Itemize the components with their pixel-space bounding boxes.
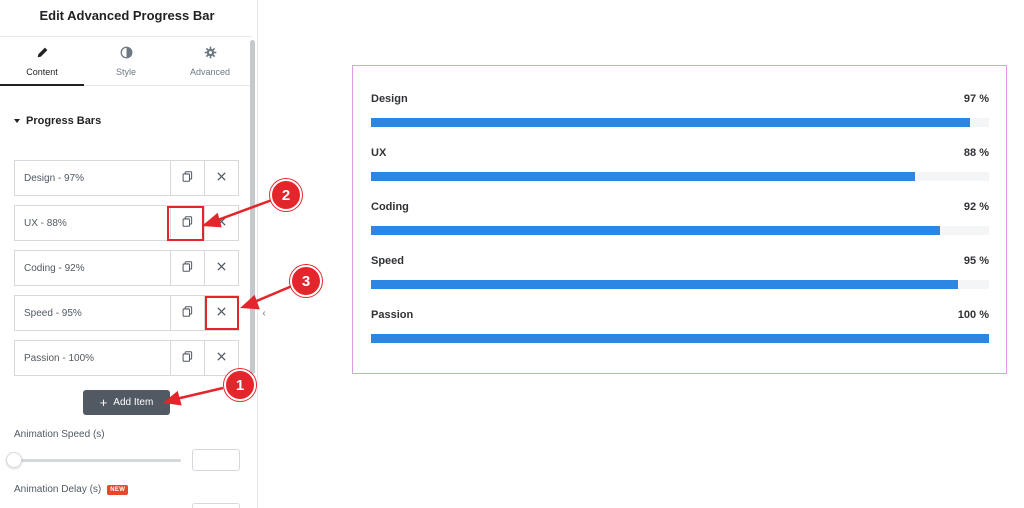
tab-style[interactable]: Style	[84, 37, 168, 85]
tab-bar: Content Style Advanced	[0, 36, 252, 86]
progress-bar-label: Coding	[371, 201, 409, 213]
progress-bar: UX 88 %	[371, 147, 989, 181]
gear-icon	[204, 46, 217, 61]
caret-down-icon	[14, 119, 20, 123]
tab-content-label: Content	[26, 66, 58, 77]
progress-bar: Design 97 %	[371, 93, 989, 127]
tab-style-label: Style	[115, 66, 136, 77]
pencil-icon	[36, 46, 49, 61]
duplicate-button[interactable]	[170, 251, 204, 285]
copy-icon	[182, 169, 193, 187]
progress-bar-fill	[371, 226, 940, 235]
animation-speed-slider-track[interactable]	[14, 459, 181, 462]
close-icon	[216, 169, 227, 187]
progress-bar-fill	[371, 172, 915, 181]
progress-bar-track	[371, 334, 989, 343]
chevron-left-icon: ‹	[262, 307, 266, 319]
duplicate-button[interactable]	[170, 341, 204, 375]
remove-button[interactable]	[204, 251, 238, 285]
editor-panel: Edit Advanced Progress Bar Content Style…	[0, 0, 258, 508]
animation-speed-input[interactable]	[192, 449, 240, 471]
panel-scrollbar[interactable]	[250, 40, 255, 374]
add-item-button[interactable]: + Add Item	[83, 390, 170, 415]
progress-bar: Passion 100 %	[371, 309, 989, 343]
repeater-item-design[interactable]: Design - 97%	[14, 160, 239, 196]
panel-collapse-handle[interactable]: ‹	[258, 300, 270, 326]
highlight-remove-button	[205, 296, 239, 330]
animation-speed-label: Animation Speed (s)	[14, 429, 105, 440]
remove-button[interactable]	[204, 206, 238, 240]
progress-bar-label: Speed	[371, 255, 405, 267]
plus-icon: +	[99, 395, 108, 410]
close-icon	[216, 259, 227, 277]
animation-speed-text: Animation Speed (s)	[14, 429, 105, 440]
repeater-item-title[interactable]: Coding - 92%	[15, 263, 170, 274]
progress-bar-widget-preview: Design 97 % UX 88 % Coding 92 % Speed 95…	[352, 65, 1007, 374]
tab-advanced[interactable]: Advanced	[168, 37, 252, 85]
close-icon	[216, 214, 227, 232]
highlight-duplicate-button	[167, 206, 204, 241]
animation-delay-label: Animation Delay (s) NEW	[14, 484, 129, 495]
repeater-item-title[interactable]: Design - 97%	[15, 173, 170, 184]
copy-icon	[182, 349, 193, 367]
progress-bar-value: 100 %	[957, 309, 989, 321]
tab-content[interactable]: Content	[0, 37, 84, 86]
progress-bar-value: 88 %	[963, 147, 989, 159]
progress-bar: Coding 92 %	[371, 201, 989, 235]
callout-badge-2: 2	[270, 179, 302, 211]
animation-speed-slider-handle[interactable]	[6, 452, 22, 468]
animation-delay-text: Animation Delay (s)	[14, 484, 102, 495]
progress-bar-track	[371, 226, 989, 235]
progress-bar-value: 97 %	[963, 93, 989, 105]
half-circle-icon	[120, 46, 133, 61]
progress-bar-fill	[371, 280, 959, 289]
repeater-item-title[interactable]: UX - 88%	[15, 218, 170, 229]
add-item-label: Add Item	[113, 397, 154, 408]
progress-bar-label: UX	[371, 147, 387, 159]
progress-bar-fill	[371, 118, 971, 127]
callout-badge-1: 1	[224, 369, 256, 401]
section-toggle-progress-bars[interactable]: Progress Bars	[14, 115, 101, 127]
remove-button[interactable]	[204, 161, 238, 195]
repeater-item-coding[interactable]: Coding - 92%	[14, 250, 239, 286]
copy-icon	[182, 259, 193, 277]
duplicate-button[interactable]	[170, 161, 204, 195]
tab-advanced-label: Advanced	[189, 66, 231, 77]
section-title: Progress Bars	[26, 115, 102, 127]
progress-bar-track	[371, 118, 989, 127]
progress-bar: Speed 95 %	[371, 255, 989, 289]
progress-bar-label: Design	[371, 93, 408, 105]
repeater-item-title[interactable]: Speed - 95%	[15, 308, 170, 319]
progress-bar-track	[371, 172, 989, 181]
close-icon	[216, 349, 227, 367]
copy-icon	[182, 304, 193, 322]
progress-bar-label: Passion	[371, 309, 414, 321]
panel-title: Edit Advanced Progress Bar	[39, 8, 215, 23]
progress-bar-value: 95 %	[963, 255, 989, 267]
repeater-item-passion[interactable]: Passion - 100%	[14, 340, 239, 376]
animation-delay-input[interactable]	[192, 503, 240, 508]
new-badge: NEW	[107, 484, 129, 495]
progress-bar-fill	[371, 334, 989, 343]
progress-bar-track	[371, 280, 989, 289]
callout-badge-3: 3	[290, 265, 322, 297]
progress-bar-value: 92 %	[963, 201, 989, 213]
repeater-item-title[interactable]: Passion - 100%	[15, 353, 170, 364]
repeater-item-ux[interactable]: UX - 88%	[14, 205, 239, 241]
duplicate-button[interactable]	[170, 296, 204, 330]
